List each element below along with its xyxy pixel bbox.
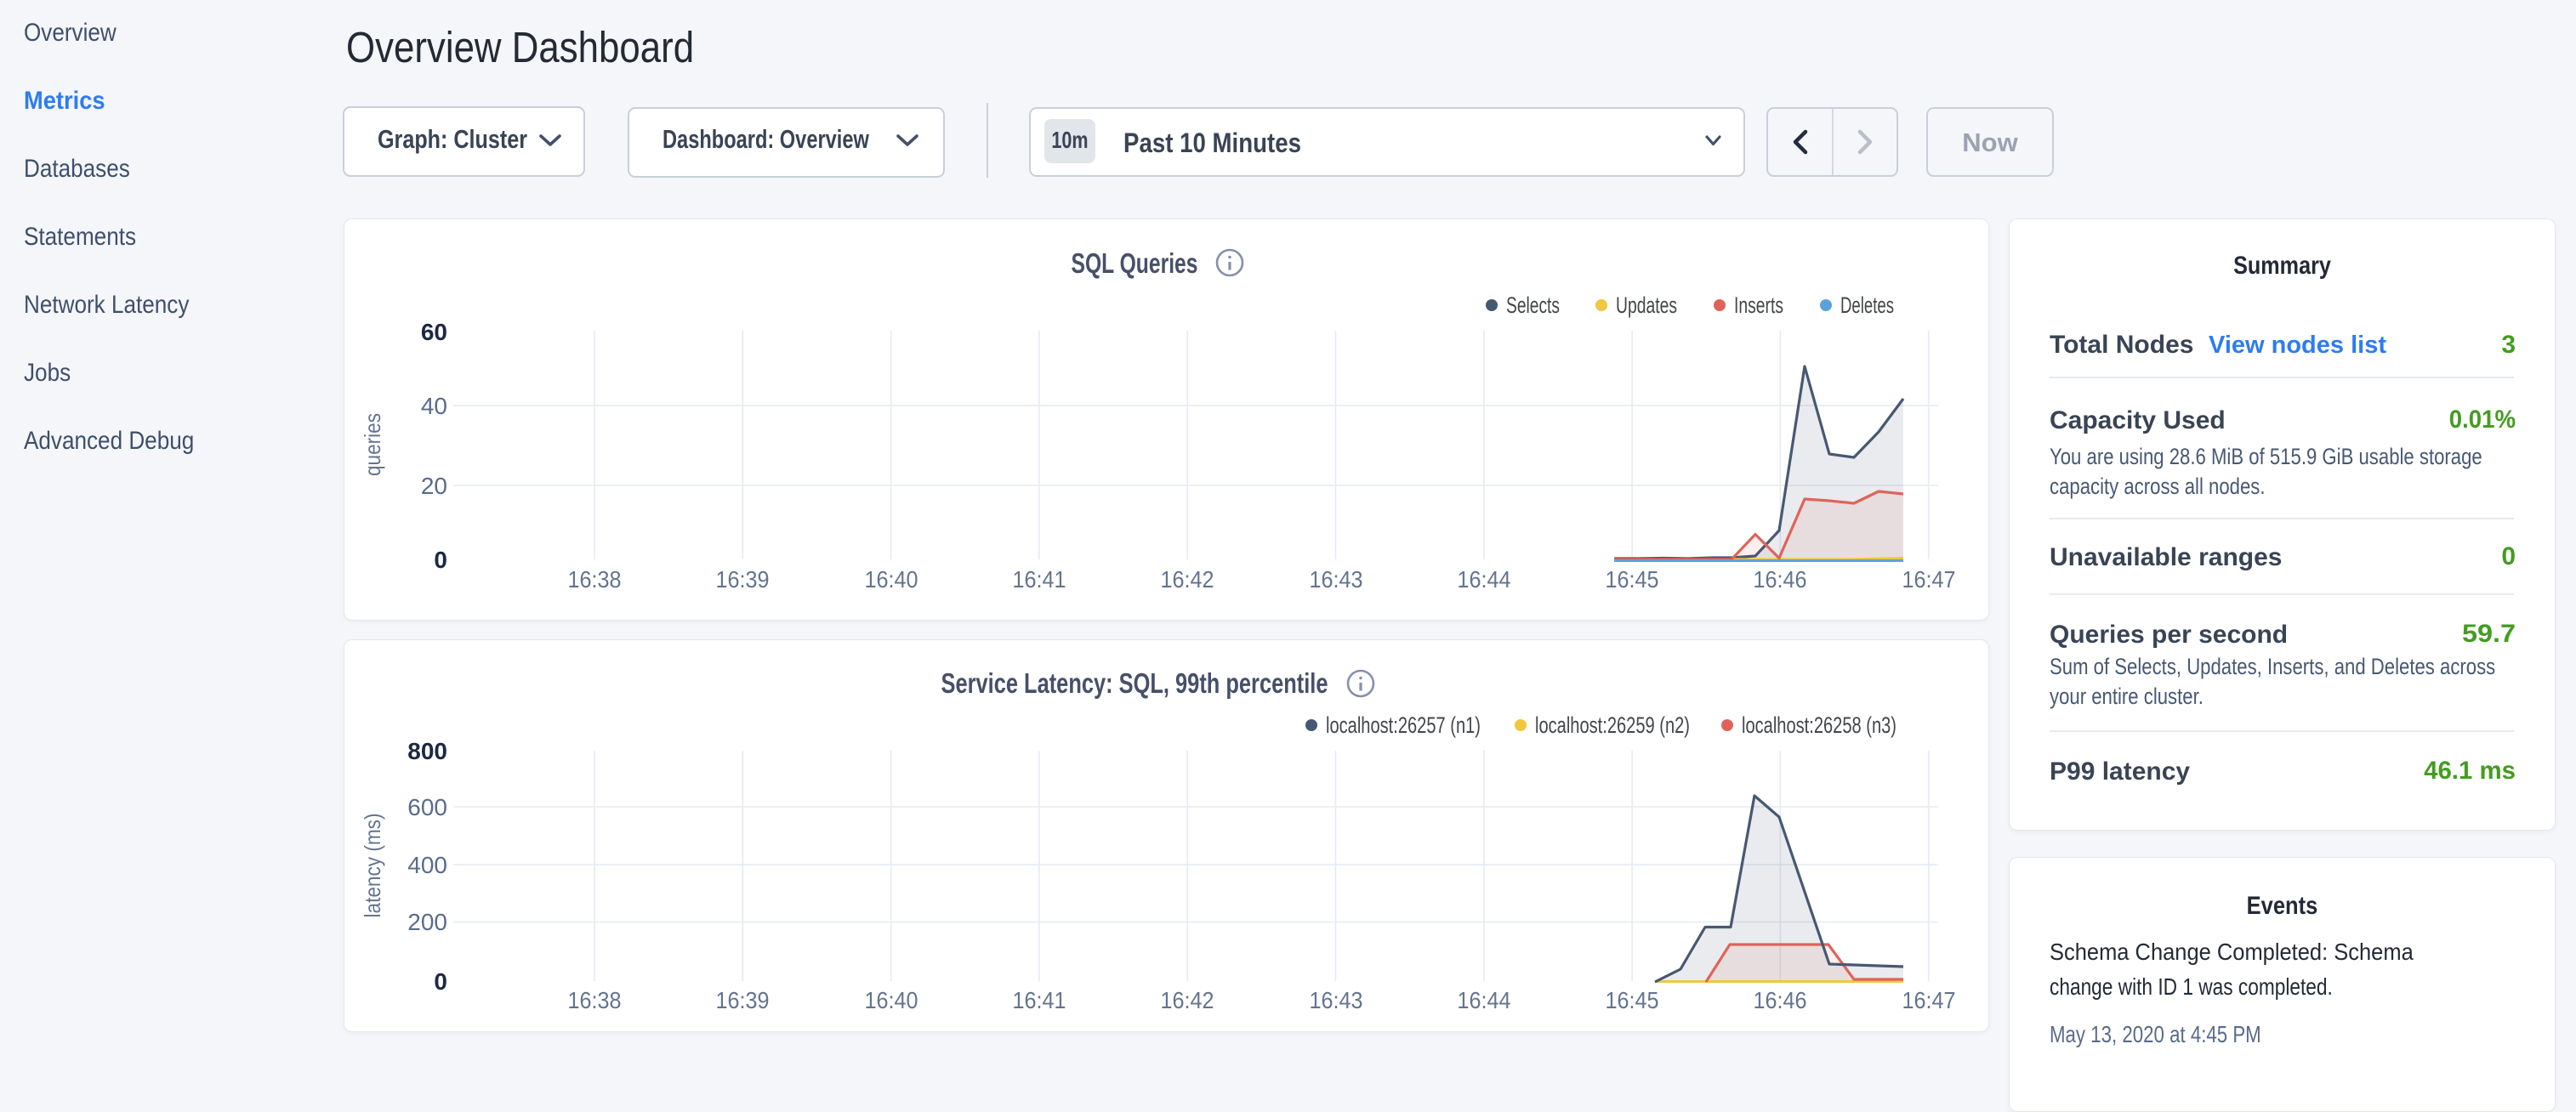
svg-text:0: 0 <box>434 547 447 573</box>
svg-text:16:41: 16:41 <box>1013 566 1066 593</box>
svg-text:16:38: 16:38 <box>568 987 622 1013</box>
svg-text:Deletes: Deletes <box>1840 292 1894 318</box>
svg-text:16:42: 16:42 <box>1161 987 1214 1013</box>
svg-text:localhost:26259 (n2): localhost:26259 (n2) <box>1535 712 1690 738</box>
svg-text:localhost:26257 (n1): localhost:26257 (n1) <box>1326 712 1481 738</box>
svg-text:Service Latency: SQL, 99th per: Service Latency: SQL, 99th percentile <box>941 667 1328 699</box>
svg-text:40: 40 <box>421 393 447 419</box>
svg-text:16:44: 16:44 <box>1458 987 1511 1013</box>
svg-text:16:45: 16:45 <box>1606 987 1659 1013</box>
svg-text:400: 400 <box>407 852 447 878</box>
svg-text:16:41: 16:41 <box>1013 987 1066 1013</box>
svg-text:16:39: 16:39 <box>716 987 770 1013</box>
svg-text:Updates: Updates <box>1616 292 1677 318</box>
svg-text:16:40: 16:40 <box>865 987 918 1013</box>
svg-text:16:38: 16:38 <box>568 566 622 593</box>
svg-text:16:43: 16:43 <box>1310 987 1363 1013</box>
svg-text:16:42: 16:42 <box>1161 566 1214 593</box>
svg-text:latency (ms): latency (ms) <box>360 814 385 918</box>
svg-text:16:47: 16:47 <box>1902 566 1956 593</box>
svg-text:queries: queries <box>360 413 385 476</box>
svg-text:800: 800 <box>407 738 447 764</box>
svg-text:20: 20 <box>421 473 447 499</box>
svg-text:Selects: Selects <box>1506 292 1560 318</box>
svg-text:16:46: 16:46 <box>1754 566 1807 593</box>
svg-text:16:45: 16:45 <box>1606 566 1659 593</box>
svg-text:16:44: 16:44 <box>1458 566 1511 593</box>
svg-text:localhost:26258 (n3): localhost:26258 (n3) <box>1742 712 1896 738</box>
svg-text:SQL Queries: SQL Queries <box>1072 247 1198 279</box>
svg-text:16:46: 16:46 <box>1754 987 1807 1013</box>
svg-text:200: 200 <box>407 909 447 935</box>
svg-text:600: 600 <box>407 794 447 820</box>
svg-text:16:40: 16:40 <box>865 566 918 593</box>
svg-text:16:47: 16:47 <box>1902 987 1956 1013</box>
svg-text:0: 0 <box>434 968 447 995</box>
svg-text:16:43: 16:43 <box>1310 566 1363 593</box>
svg-text:Inserts: Inserts <box>1734 292 1783 318</box>
svg-text:16:39: 16:39 <box>716 566 770 593</box>
svg-text:60: 60 <box>421 319 447 345</box>
